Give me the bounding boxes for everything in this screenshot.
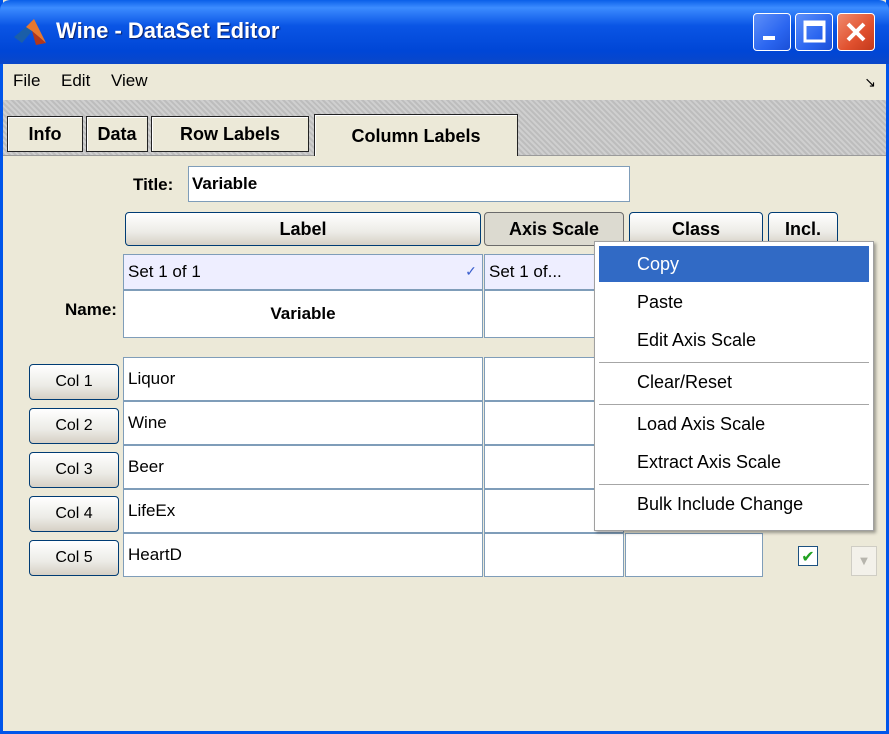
menu-separator: [599, 362, 869, 363]
label-set-select[interactable]: Set 1 of 1 ✓: [123, 254, 483, 290]
col-5-include-checkbox[interactable]: ✔: [798, 546, 818, 566]
scroll-down-arrow-icon[interactable]: ▼: [851, 546, 877, 576]
dock-arrow-icon[interactable]: ↘: [864, 74, 876, 91]
menu-item-paste[interactable]: Paste: [599, 284, 869, 320]
menu-file[interactable]: File: [13, 71, 40, 91]
title-bar[interactable]: Wine - DataSet Editor: [0, 0, 889, 64]
tab-column-labels[interactable]: Column Labels: [314, 114, 518, 158]
title-label: Title:: [133, 175, 174, 194]
menu-separator: [599, 484, 869, 485]
chevron-down-icon[interactable]: ✓: [463, 259, 479, 283]
menu-bar: File Edit View ↘: [3, 64, 886, 100]
maximize-button[interactable]: [795, 13, 833, 51]
menu-item-bulk-include-change[interactable]: Bulk Include Change: [599, 486, 869, 522]
col-5-label-cell[interactable]: HeartD: [123, 533, 483, 577]
axis-scale-set-value: Set 1 of...: [489, 262, 562, 281]
col-1-label-cell[interactable]: Liquor: [123, 357, 483, 401]
menu-item-edit-axis-scale[interactable]: Edit Axis Scale: [599, 322, 869, 358]
close-button[interactable]: [837, 13, 875, 51]
tab-data[interactable]: Data: [86, 116, 148, 152]
menu-item-extract-axis-scale[interactable]: Extract Axis Scale: [599, 444, 869, 480]
dataset-editor-window: Wine - DataSet Editor File Edit View ↘ I…: [0, 0, 889, 734]
header-label-button[interactable]: Label: [125, 212, 481, 246]
menu-item-copy[interactable]: Copy: [599, 246, 869, 282]
label-set-value: Set 1 of 1: [128, 262, 201, 281]
tab-info[interactable]: Info: [7, 116, 83, 152]
col-5-class-cell[interactable]: [625, 533, 763, 577]
menu-edit[interactable]: Edit: [61, 71, 90, 91]
close-icon: [846, 22, 866, 42]
tab-strip: Info Data Row Labels Column Labels: [3, 100, 886, 158]
col-5-button[interactable]: Col 5: [29, 540, 119, 576]
label-name-field[interactable]: Variable: [123, 290, 483, 338]
menu-item-load-axis-scale[interactable]: Load Axis Scale: [599, 406, 869, 442]
window-title: Wine - DataSet Editor: [56, 18, 280, 43]
name-label: Name:: [65, 300, 117, 319]
col-4-label-cell[interactable]: LifeEx: [123, 489, 483, 533]
menu-view[interactable]: View: [111, 71, 148, 91]
menu-item-clear-reset[interactable]: Clear/Reset: [599, 364, 869, 400]
matlab-logo-icon: [14, 19, 46, 45]
col-2-button[interactable]: Col 2: [29, 408, 119, 444]
menu-separator: [599, 404, 869, 405]
maximize-icon: [803, 20, 826, 43]
minimize-icon: [763, 36, 775, 40]
minimize-button[interactable]: [753, 13, 791, 51]
col-5-axis-scale-cell[interactable]: [484, 533, 624, 577]
col-3-button[interactable]: Col 3: [29, 452, 119, 488]
checkmark-icon: ✔: [801, 546, 815, 566]
context-menu: Copy Paste Edit Axis Scale Clear/Reset L…: [594, 241, 874, 531]
col-1-button[interactable]: Col 1: [29, 364, 119, 400]
title-input[interactable]: Variable: [188, 166, 630, 202]
col-2-label-cell[interactable]: Wine: [123, 401, 483, 445]
col-4-button[interactable]: Col 4: [29, 496, 119, 532]
col-3-label-cell[interactable]: Beer: [123, 445, 483, 489]
tab-row-labels[interactable]: Row Labels: [151, 116, 309, 152]
